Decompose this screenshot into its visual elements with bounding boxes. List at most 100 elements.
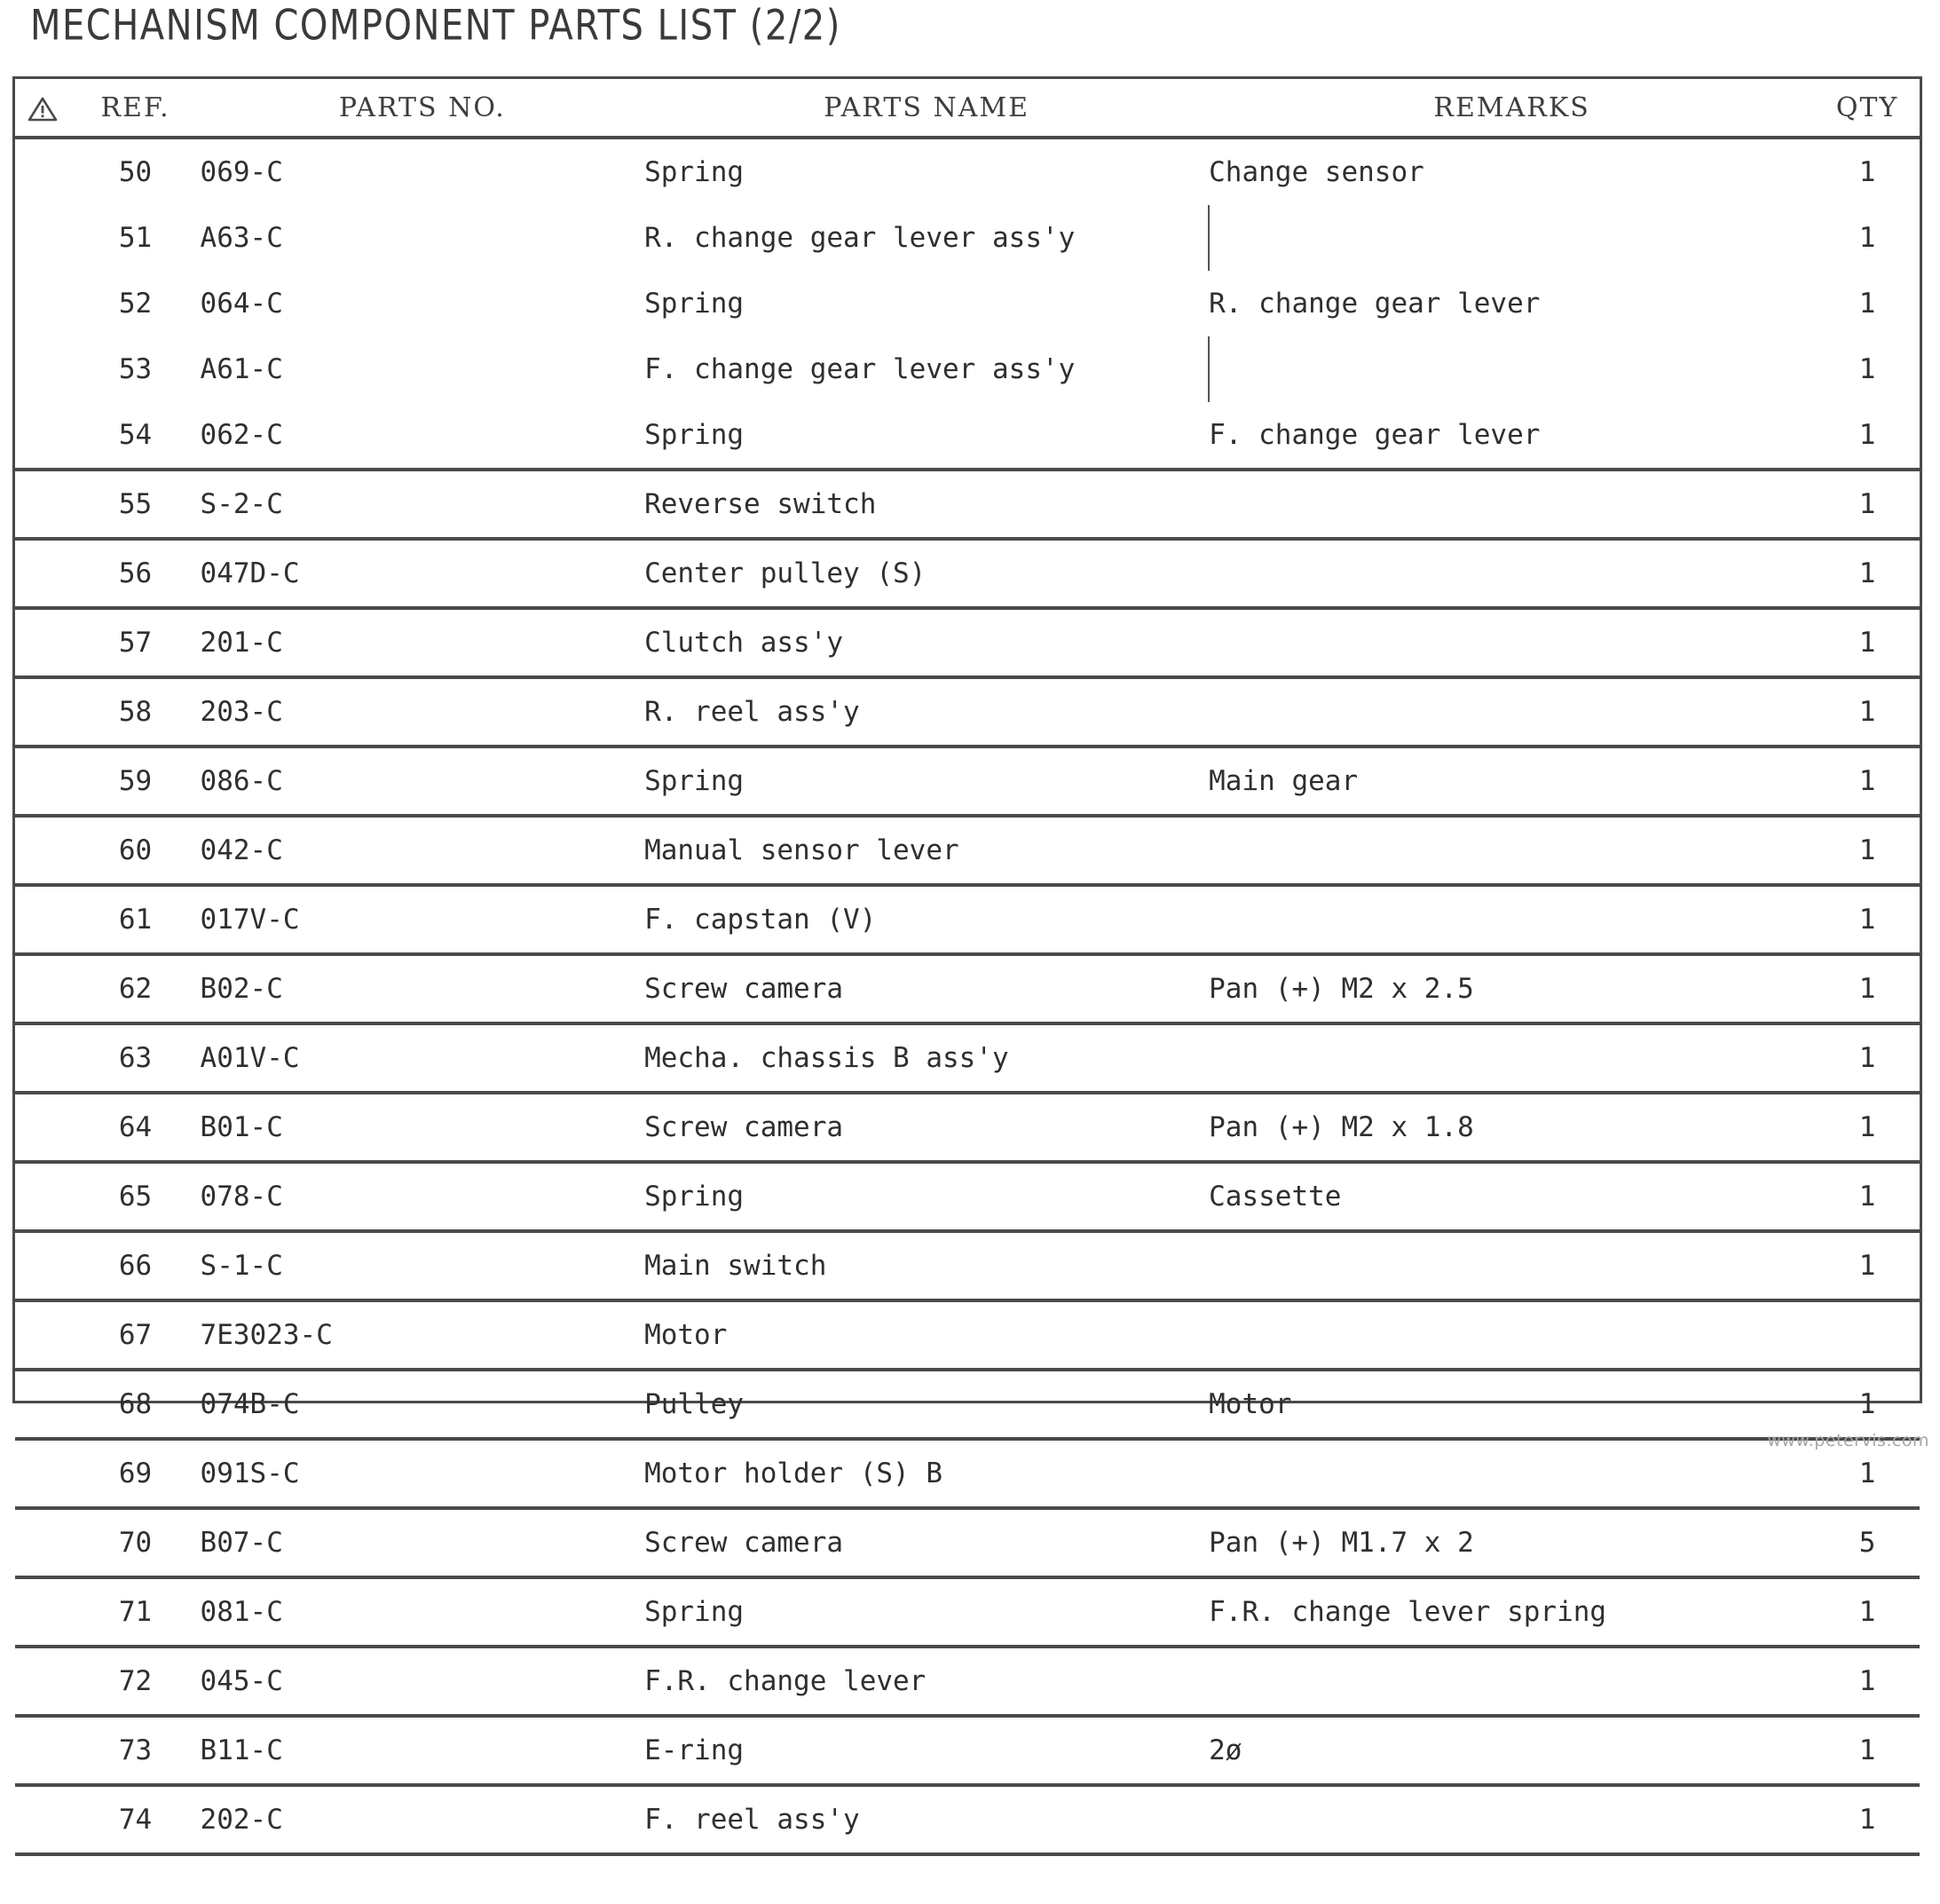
qty-cell: 1: [1815, 468, 1920, 539]
qty-cell: 1: [1815, 537, 1920, 608]
remarks-cell: Motor: [1209, 1368, 1816, 1439]
warning-flag-cell: [15, 468, 71, 539]
parts-no-cell: 045-C: [200, 1645, 645, 1716]
parts-no-cell: 7E3023-C: [200, 1299, 645, 1370]
qty-cell: 1: [1858, 288, 1876, 320]
remarks-cell: Pan (+) M2 x 2.5: [1209, 952, 1816, 1023]
warning-flag-cell: [15, 1783, 71, 1854]
table-row[interactable]: 71 081-C Spring F.R. change lever spring 1: [15, 1576, 1920, 1647]
parts-name-text: E-ring: [644, 1734, 745, 1766]
qty-cell: 1: [1858, 222, 1876, 254]
warning-flag-cell: [15, 205, 71, 271]
remarks-cell: Pan (+) M2 x 1.8: [1209, 1091, 1816, 1162]
parts-no-cell: 047D-C: [200, 537, 645, 608]
ref-cell: 58: [70, 675, 201, 747]
parts-name-text: R. change gear lever ass'y: [644, 222, 1076, 254]
parts-name-text: Spring: [644, 288, 745, 320]
ref-cell: 68: [70, 1368, 201, 1439]
qty-cell: 1: [1858, 156, 1876, 188]
parts-name-column-header: PARTS NAME: [824, 91, 1029, 123]
qty-cell: 1: [1858, 353, 1876, 385]
ref-cell: 63: [70, 1022, 201, 1093]
remarks-cell: Cassette: [1209, 1160, 1816, 1231]
warning-flag-cell: [15, 1368, 71, 1439]
warning-flag-cell: [15, 271, 71, 336]
qty-cell: 1: [1815, 675, 1920, 747]
ref-cell: 51: [118, 222, 153, 254]
parts-name-cell: F. reel ass'y: [644, 1783, 1210, 1854]
parts-name-text: Pulley: [644, 1388, 745, 1420]
warning-flag-cell: [15, 402, 71, 470]
parts-name-text: F. reel ass'y: [644, 1804, 860, 1836]
warning-flag-cell: [15, 745, 71, 816]
table-row[interactable]: 62 B02-C Screw camera Pan (+) M2 x 2.5 1: [15, 952, 1920, 1023]
table-row[interactable]: 64 B01-C Screw camera Pan (+) M2 x 1.8 1: [15, 1091, 1920, 1162]
warning-flag-cell: [15, 1714, 71, 1785]
warning-flag-cell: [15, 336, 71, 402]
qty-cell: 1: [1815, 1022, 1920, 1093]
qty-cell: 1: [1815, 952, 1920, 1023]
table-row[interactable]: 66 S-1-C Main switch 1: [15, 1229, 1920, 1300]
table-row[interactable]: 68 074B-C Pulley Motor 1: [15, 1368, 1920, 1439]
table-row[interactable]: 67 7E3023-C Motor: [15, 1299, 1920, 1370]
parts-no-cell: 069-C: [200, 156, 283, 188]
table-row[interactable]: 59 086-C Spring Main gear 1: [15, 745, 1920, 816]
qty-cell: 1: [1815, 1160, 1920, 1231]
remarks-cell: 2ø: [1209, 1714, 1816, 1785]
table-row[interactable]: 58 203-C R. reel ass'y 1: [15, 675, 1920, 747]
remarks-cell: [1208, 205, 1816, 271]
table-row[interactable]: 69 091S-C Motor holder (S) B1: [15, 1437, 1920, 1508]
warning-flag-cell: [15, 606, 71, 677]
parts-name-text: Mecha. chassis B ass'y: [644, 1042, 1009, 1074]
parts-name-cell: Spring: [644, 1576, 1210, 1647]
remarks-cell: Main gear: [1209, 745, 1816, 816]
table-row[interactable]: 54 062-C Spring F. change gear lever 1: [15, 402, 1920, 470]
parts-no-cell: [200, 1853, 645, 1904]
table-row[interactable]: 55 S-2-C Reverse switch 1: [15, 468, 1920, 539]
parts-no-cell: 202-C: [200, 1783, 645, 1854]
remarks-cell: [1209, 606, 1816, 677]
table-row[interactable]: 51 A63-C R. change gear lever ass'y 1: [15, 205, 1920, 271]
qty-cell: 1: [1815, 1645, 1920, 1716]
ref-cell: 66: [70, 1229, 201, 1300]
table-row[interactable]: 50 069-C Spring Change sensor 1: [15, 138, 1920, 205]
remarks-cell: R. change gear lever: [1209, 288, 1541, 320]
table-row[interactable]: 56 047D-C Center pulley (S) 1: [15, 537, 1920, 608]
parts-name-text: Spring: [644, 1596, 745, 1628]
remarks-cell: F. change gear lever: [1209, 419, 1541, 451]
table-row[interactable]: 63 A01V-C Mecha. chassis B ass'y 1: [15, 1022, 1920, 1093]
remarks-cell: [1209, 468, 1816, 539]
table-row[interactable]: 73 B11-C E-ring 2ø 1: [15, 1714, 1920, 1785]
warning-triangle-icon: [28, 96, 58, 122]
parts-name-text: R. reel ass'y: [644, 696, 860, 728]
table-row[interactable]: 74 202-C F. reel ass'y 1: [15, 1783, 1920, 1854]
parts-no-cell: 042-C: [200, 814, 645, 885]
parts-no-cell: 078-C: [200, 1160, 645, 1231]
parts-no-cell: A63-C: [200, 222, 283, 254]
warning-flag-cell: [15, 1437, 71, 1508]
table-row[interactable]: 61 017V-C F. capstan (V) 1: [15, 883, 1920, 954]
parts-no-cell: B11-C: [200, 1714, 645, 1785]
table-row[interactable]: 53 A61-C F. change gear lever ass'y 1: [15, 336, 1920, 402]
parts-name-cell: R. reel ass'y: [644, 675, 1210, 747]
table-row[interactable]: 65 078-C Spring Cassette 1: [15, 1160, 1920, 1231]
parts-name-cell: Spring: [644, 745, 1210, 816]
qty-cell: 1: [1815, 883, 1920, 954]
table-row[interactable]: 57 201-C Clutch ass'y 1: [15, 606, 1920, 677]
warning-flag-cell: [15, 1091, 71, 1162]
parts-name-cell: E-ring: [644, 1714, 1210, 1785]
ref-cell: 69: [70, 1437, 201, 1508]
parts-list-table-container: REF. PARTS NO. PARTS NAME REMARKS QTY 50…: [12, 76, 1922, 1904]
table-row[interactable]: 60 042-C Manual sensor lever 1: [15, 814, 1920, 885]
table-row[interactable]: 70 B07-C Screw camera Pan (+) M1.7 x 25: [15, 1506, 1920, 1577]
parts-no-cell: 017V-C: [200, 883, 645, 954]
parts-name-cell: Clutch ass'y: [644, 606, 1210, 677]
table-row[interactable]: 52 064-C Spring R. change gear lever 1: [15, 271, 1920, 336]
page-title: MECHANISM COMPONENT PARTS LIST (2/2): [30, 2, 841, 51]
remarks-cell: Change sensor: [1209, 156, 1424, 188]
table-row[interactable]: 72 045-C F.R. change lever 1: [15, 1645, 1920, 1716]
parts-group: 60 042-C Manual sensor lever 1 61 017V-C F. ca…: [15, 814, 1920, 1162]
ref-cell: 55: [70, 468, 201, 539]
remarks-cell: [1209, 1299, 1816, 1370]
parts-no-cell: S-1-C: [200, 1229, 645, 1300]
